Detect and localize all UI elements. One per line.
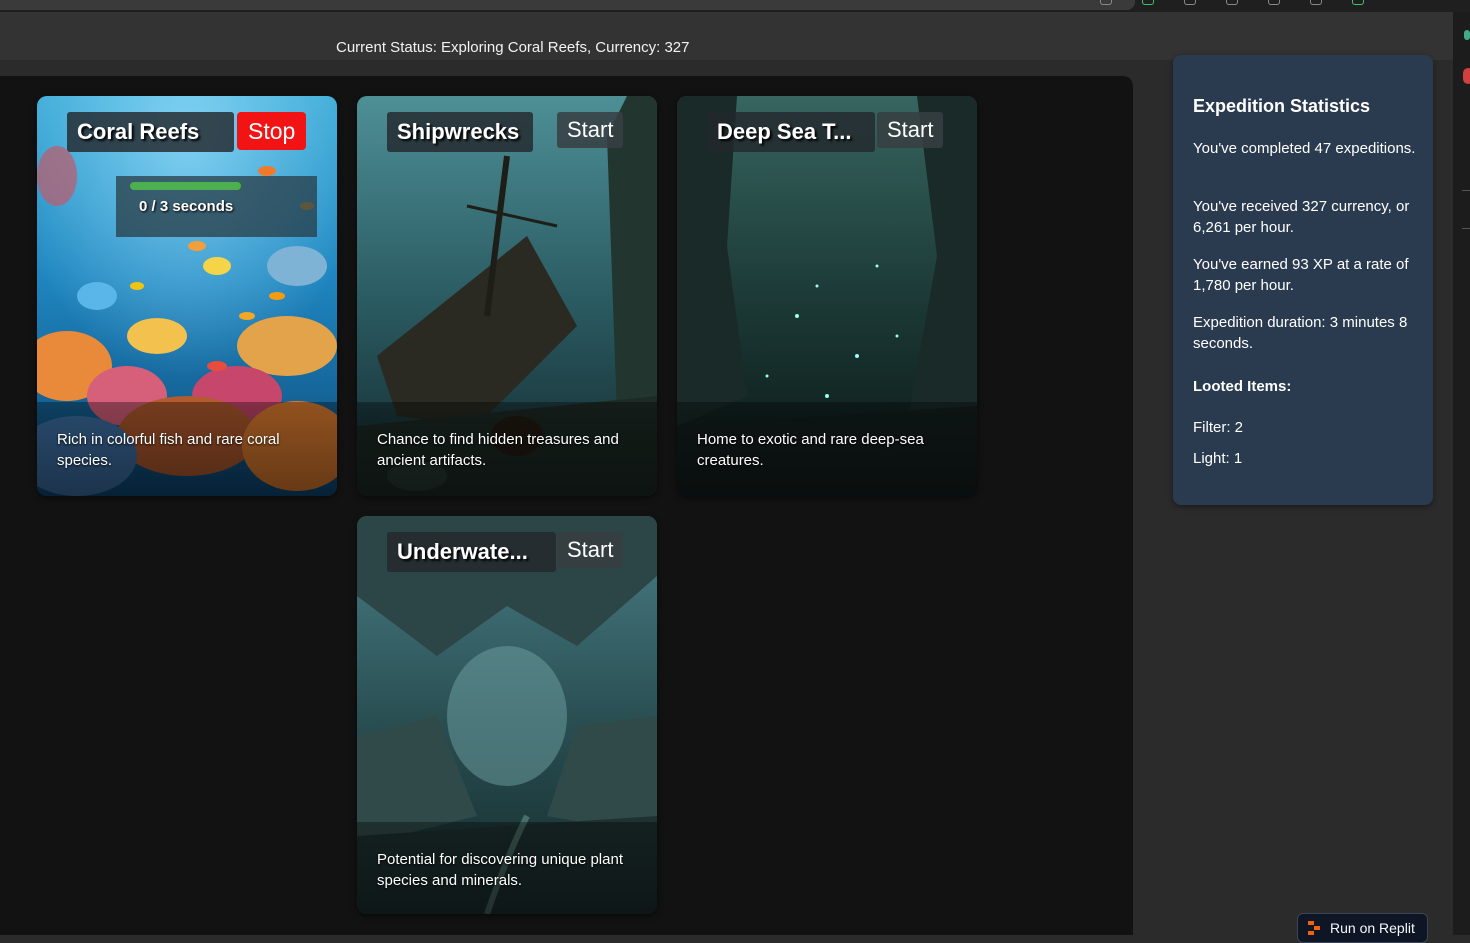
browser-toolbar-icons bbox=[1100, 0, 1364, 8]
stats-completed: You've completed 47 expeditions. bbox=[1193, 140, 1416, 157]
current-status-text: Current Status: Exploring Coral Reefs, C… bbox=[336, 39, 690, 56]
looted-items-heading: Looted Items: bbox=[1193, 378, 1292, 395]
looted-item: Filter: 2 bbox=[1193, 419, 1244, 436]
card-title: Coral Reefs bbox=[77, 119, 200, 144]
card-title-box: Coral Reefs bbox=[67, 112, 234, 152]
start-expedition-button[interactable]: Start bbox=[877, 112, 944, 148]
stats-title: Expedition Statistics bbox=[1193, 96, 1371, 116]
status-indicator-icon bbox=[1464, 30, 1470, 40]
replit-label: Run on Replit bbox=[1330, 920, 1415, 936]
card-description: Rich in colorful fish and rare coral spe… bbox=[57, 431, 280, 469]
card-title-box: Shipwrecks bbox=[387, 112, 533, 152]
expedition-grid: Rich in colorful fish and rare coral spe… bbox=[0, 76, 1133, 935]
looted-item: Light: 1 bbox=[1193, 450, 1243, 467]
card-description: Potential for discovering unique plant s… bbox=[377, 851, 623, 889]
split-view-icon[interactable] bbox=[1226, 0, 1238, 5]
card-description: Chance to find hidden treasures and anci… bbox=[377, 431, 619, 469]
card-title: Underwate... bbox=[397, 539, 528, 564]
browser-tab-bar bbox=[0, 0, 1135, 10]
stats-xp: You've earned 93 XP at a rate of 1,780 p… bbox=[1193, 256, 1409, 294]
card-description: Home to exotic and rare deep-sea creatur… bbox=[697, 431, 924, 469]
extension-icon[interactable] bbox=[1142, 0, 1154, 5]
progress-label: 0 / 3 seconds bbox=[139, 198, 234, 215]
progress-bar-fill bbox=[130, 182, 241, 190]
notification-icon bbox=[1463, 68, 1470, 84]
expedition-card-coral-reefs[interactable]: Rich in colorful fish and rare coral spe… bbox=[37, 96, 337, 496]
expedition-card-underwater[interactable]: Potential for discovering unique plant s… bbox=[357, 516, 657, 914]
expedition-card-shipwrecks[interactable]: Chance to find hidden treasures and anci… bbox=[357, 96, 657, 496]
stop-expedition-button[interactable]: Stop bbox=[237, 112, 307, 150]
divider bbox=[1462, 228, 1470, 229]
settings-icon[interactable] bbox=[1184, 0, 1196, 5]
expedition-statistics-panel: Expedition Statistics You've completed 4… bbox=[1173, 55, 1433, 505]
divider bbox=[1462, 190, 1470, 191]
expedition-card-deep-sea[interactable]: Home to exotic and rare deep-sea creatur… bbox=[677, 96, 977, 496]
progress-panel: 0 / 3 seconds bbox=[116, 176, 317, 237]
run-on-replit-button[interactable]: Run on Replit bbox=[1297, 913, 1428, 943]
status-bar: Current Status: Exploring Coral Reefs, C… bbox=[0, 12, 1453, 60]
card-title-box: Deep Sea T... bbox=[707, 112, 875, 152]
replit-logo-icon bbox=[1308, 921, 1322, 935]
profile-icon[interactable] bbox=[1352, 0, 1364, 5]
share-icon[interactable] bbox=[1310, 0, 1322, 5]
stats-duration: Expedition duration: 3 minutes 8 seconds… bbox=[1193, 314, 1408, 352]
card-title: Shipwrecks bbox=[397, 119, 520, 144]
window-edge bbox=[1453, 12, 1470, 935]
start-expedition-button[interactable]: Start bbox=[557, 112, 624, 148]
play-icon[interactable] bbox=[1268, 0, 1280, 5]
stats-currency: You've received 327 currency, or 6,261 p… bbox=[1193, 198, 1410, 236]
progress-bar bbox=[130, 182, 242, 190]
start-expedition-button[interactable]: Start bbox=[557, 532, 624, 568]
card-title-box: Underwate... bbox=[387, 532, 556, 572]
card-title: Deep Sea T... bbox=[717, 119, 852, 144]
bookmark-icon[interactable] bbox=[1100, 0, 1112, 5]
